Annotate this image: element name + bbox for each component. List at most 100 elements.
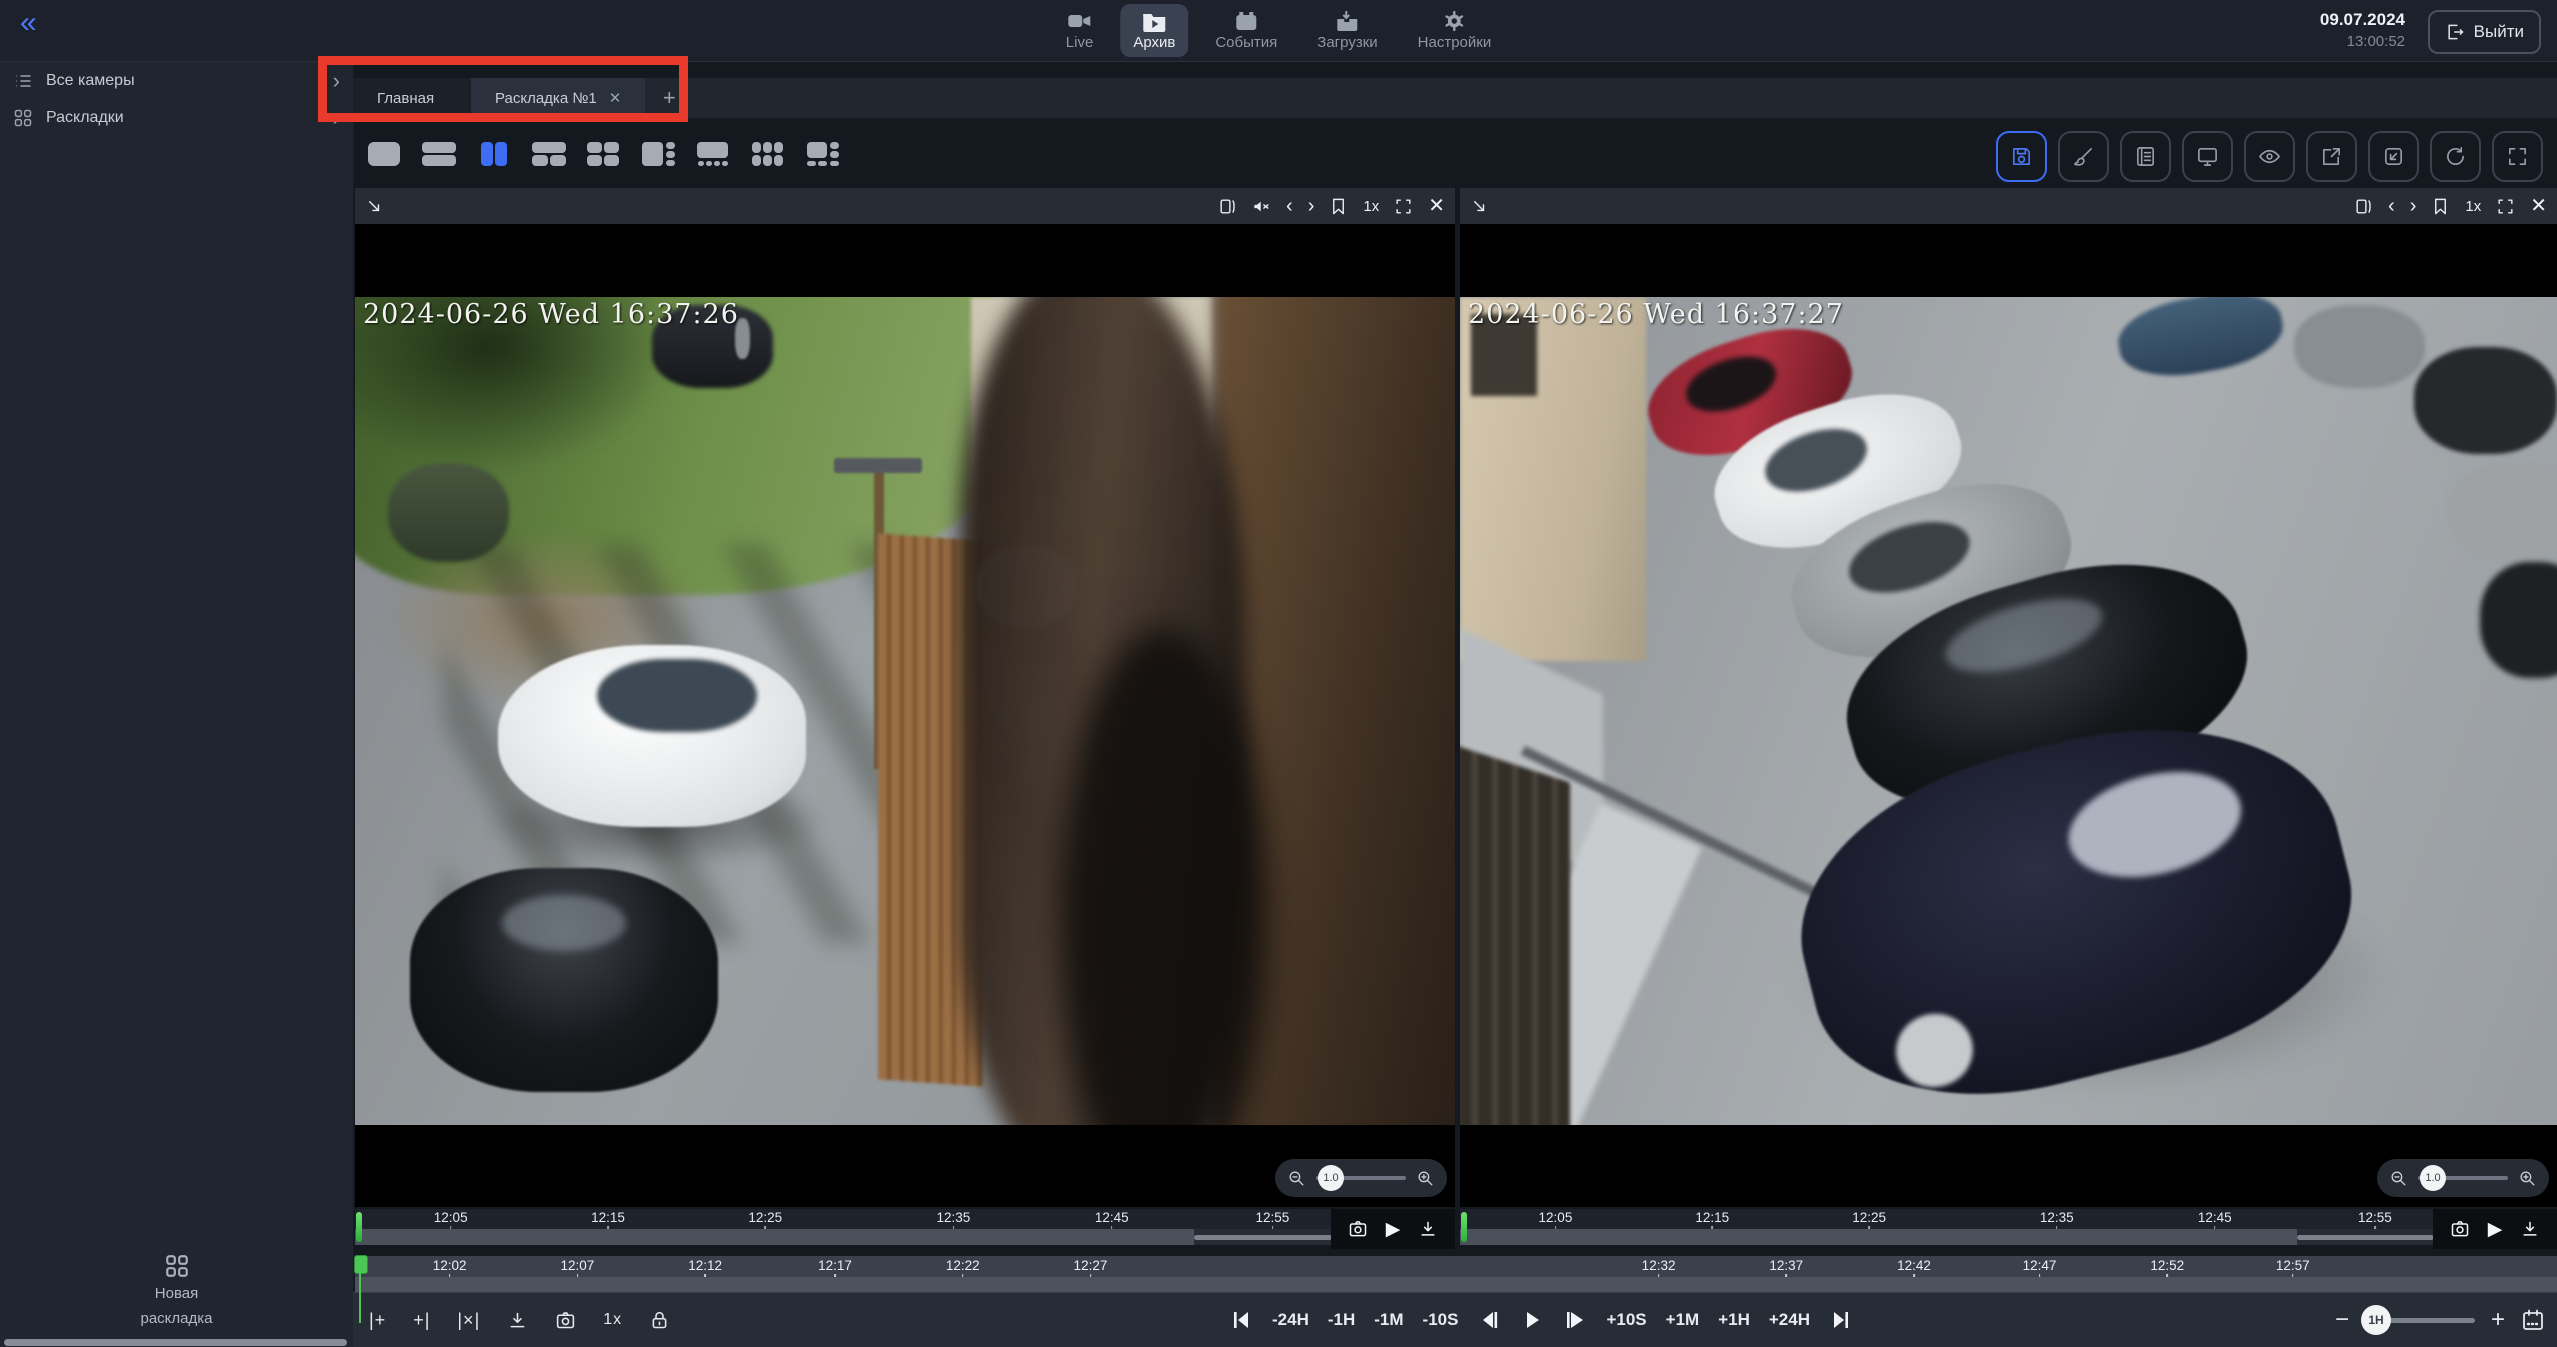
clear-marks-button[interactable]: |×| — [457, 1310, 480, 1331]
snapshot-icon[interactable] — [555, 1310, 576, 1331]
drag-corner-icon[interactable] — [365, 197, 384, 216]
layout-2-vertical-button-active[interactable] — [475, 139, 513, 169]
close-tab-icon[interactable]: ✕ — [609, 89, 622, 107]
prev-frame-icon[interactable]: ‹ — [2388, 196, 2395, 216]
layout-6-button[interactable] — [750, 139, 788, 169]
global-timeline-scrollbar[interactable] — [355, 1277, 2557, 1292]
layout-1-plus-4-button[interactable] — [695, 139, 733, 169]
calendar-icon[interactable] — [2521, 1308, 2545, 1332]
fullscreen-button[interactable] — [2492, 131, 2543, 182]
zoom-slider[interactable]: 1.0 — [2418, 1176, 2508, 1180]
camera-speed-label[interactable]: 1x — [1363, 198, 1379, 215]
shrink-button[interactable] — [2368, 131, 2419, 182]
jump-end-icon[interactable] — [1829, 1308, 1853, 1332]
layout-4-button[interactable] — [585, 139, 623, 169]
camera-1-playhead[interactable] — [356, 1212, 362, 1242]
download-icon[interactable] — [1418, 1219, 1438, 1239]
add-tab-button[interactable]: + — [645, 78, 693, 118]
timeline-zoom-out-button[interactable]: − — [2335, 1308, 2349, 1332]
back-1h-button[interactable]: -1H — [1328, 1310, 1355, 1330]
camera-2-playhead[interactable] — [1461, 1212, 1467, 1242]
tab-home[interactable]: Главная — [353, 78, 471, 118]
nav-settings[interactable]: Настройки — [1405, 4, 1505, 57]
fwd-10s-button[interactable]: +10S — [1606, 1310, 1646, 1330]
export-button[interactable] — [2306, 131, 2357, 182]
back-1m-button[interactable]: -1M — [1374, 1310, 1403, 1330]
camera-2-video[interactable]: 2024-06-26 Wed 16:37:27 1.0 — [1460, 224, 2557, 1207]
mute-icon[interactable] — [1252, 197, 1271, 216]
play-icon[interactable]: ▶ — [1386, 1220, 1401, 1239]
sidebar-item-layouts[interactable]: Раскладки › — [0, 99, 353, 136]
mark-out-button[interactable]: +| — [413, 1310, 430, 1331]
fwd-1m-button[interactable]: +1M — [1666, 1310, 1700, 1330]
close-camera-icon[interactable]: ✕ — [1428, 196, 1445, 216]
sidebar-collapse-icon[interactable]: « — [20, 8, 37, 38]
camera-1-timeline-scrollthumb[interactable] — [1194, 1235, 1332, 1240]
layout-1-plus-5-button[interactable] — [805, 139, 843, 169]
snapshot-icon[interactable] — [1348, 1219, 1368, 1239]
step-forward-icon[interactable] — [1563, 1308, 1587, 1332]
zoom-slider[interactable]: 1.0 — [1316, 1176, 1406, 1180]
jump-start-icon[interactable] — [1229, 1308, 1253, 1332]
lock-icon[interactable] — [649, 1310, 670, 1331]
timeline-zoom-in-button[interactable]: + — [2491, 1308, 2505, 1332]
refresh-button[interactable] — [2430, 131, 2481, 182]
layout-1-plus-3-button[interactable] — [640, 139, 678, 169]
zoom-out-icon[interactable] — [1287, 1169, 1306, 1188]
nav-archive[interactable]: Архив — [1120, 4, 1188, 57]
download-icon[interactable] — [507, 1310, 528, 1331]
expand-icon[interactable] — [1394, 197, 1413, 216]
camera-2-timeline-scrollthumb[interactable] — [2297, 1235, 2434, 1240]
layout-1-button[interactable] — [365, 139, 403, 169]
report-button[interactable] — [2120, 131, 2171, 182]
zoom-in-icon[interactable] — [2518, 1169, 2537, 1188]
save-layout-button[interactable] — [1996, 131, 2047, 182]
step-back-icon[interactable] — [1477, 1308, 1501, 1332]
snapshot-icon[interactable] — [2450, 1219, 2470, 1239]
global-timeline-labels[interactable]: 12:02 12:07 12:12 12:17 12:22 12:27 12:3… — [355, 1256, 2557, 1277]
sidebar-item-all-cameras[interactable]: Все камеры › — [0, 62, 353, 99]
camera-1-timeline-track[interactable] — [355, 1229, 1455, 1245]
close-camera-icon[interactable]: ✕ — [2530, 196, 2547, 216]
camera-2-timeline-track[interactable] — [1460, 1229, 2557, 1245]
nav-live[interactable]: Live — [1053, 4, 1107, 57]
frame-ratio-icon[interactable] — [2354, 197, 2373, 216]
download-icon[interactable] — [2520, 1219, 2540, 1239]
logout-button[interactable]: Выйти — [2428, 10, 2541, 54]
clear-button[interactable] — [2058, 131, 2109, 182]
bookmark-icon[interactable] — [2431, 197, 2450, 216]
next-frame-icon[interactable]: › — [1308, 196, 1315, 216]
global-playhead[interactable] — [354, 1255, 368, 1274]
fwd-24h-button[interactable]: +24H — [1769, 1310, 1810, 1330]
frame-ratio-icon[interactable] — [1218, 197, 1237, 216]
sidebar-scrollbar[interactable] — [4, 1339, 347, 1346]
back-10s-button[interactable]: -10S — [1423, 1310, 1459, 1330]
camera-speed-label[interactable]: 1x — [2465, 198, 2481, 215]
new-layout-button[interactable]: Новая раскладка — [0, 1253, 353, 1329]
layout-1-plus-2-button[interactable] — [530, 139, 568, 169]
speed-button[interactable]: 1x — [603, 1311, 622, 1329]
back-24h-button[interactable]: -24H — [1272, 1310, 1309, 1330]
zoom-slider-knob[interactable]: 1.0 — [2420, 1165, 2446, 1191]
tab-layout-1[interactable]: Раскладка №1 ✕ — [471, 78, 645, 118]
play-icon[interactable] — [1520, 1308, 1544, 1332]
fwd-1h-button[interactable]: +1H — [1718, 1310, 1750, 1330]
drag-corner-icon[interactable] — [1470, 197, 1489, 216]
expand-icon[interactable] — [2496, 197, 2515, 216]
timeline-range-slider[interactable]: 1H — [2365, 1318, 2475, 1323]
display-button[interactable] — [2182, 131, 2233, 182]
zoom-in-icon[interactable] — [1416, 1169, 1435, 1188]
visibility-button[interactable] — [2244, 131, 2295, 182]
mark-in-button[interactable]: |+ — [369, 1310, 386, 1331]
bookmark-icon[interactable] — [1329, 197, 1348, 216]
zoom-slider-knob[interactable]: 1.0 — [1318, 1165, 1344, 1191]
nav-downloads[interactable]: Загрузки — [1304, 4, 1390, 57]
next-frame-icon[interactable]: › — [2410, 196, 2417, 216]
prev-frame-icon[interactable]: ‹ — [1286, 196, 1293, 216]
layout-2-horizontal-button[interactable] — [420, 139, 458, 169]
play-icon[interactable]: ▶ — [2488, 1220, 2503, 1239]
zoom-out-icon[interactable] — [2389, 1169, 2408, 1188]
camera-1-video[interactable]: 2024-06-26 Wed 16:37:26 1.0 — [355, 224, 1455, 1207]
nav-events[interactable]: События — [1202, 4, 1290, 57]
timeline-range-knob[interactable]: 1H — [2361, 1305, 2391, 1335]
